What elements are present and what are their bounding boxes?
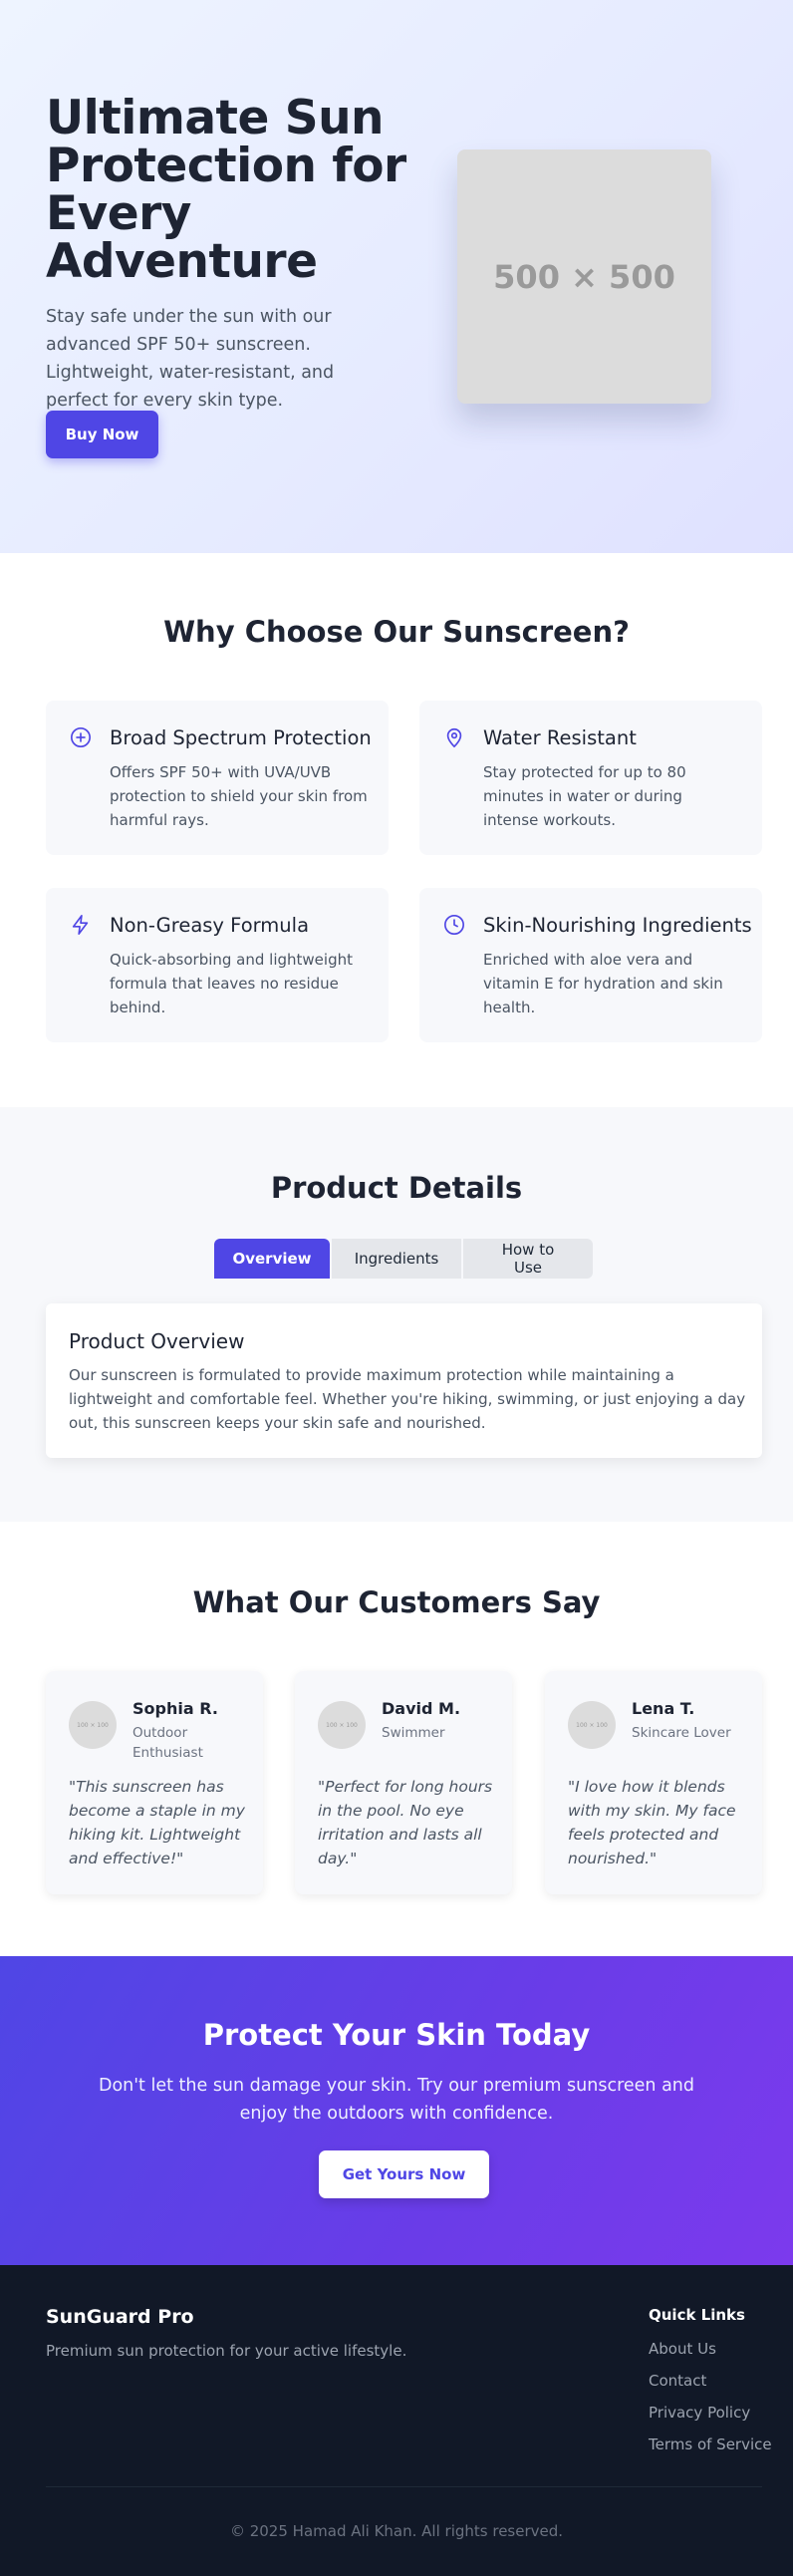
plus-circle-icon <box>70 726 92 748</box>
details-tabs: Overview Ingredients How to Use <box>214 1239 595 1279</box>
tab-overview[interactable]: Overview <box>214 1239 330 1279</box>
reviewer-name: David M. <box>382 1699 461 1718</box>
cta-text: Don't let the sun damage your skin. Try … <box>98 2076 695 2124</box>
footer-link-contact[interactable]: Contact <box>649 2369 772 2401</box>
footer-brand: SunGuard Pro <box>46 2306 194 2328</box>
quick-links-title: Quick Links <box>649 2306 745 2324</box>
avatar: 100 × 100 <box>568 1701 616 1749</box>
reviewer-role: Swimmer <box>382 1725 445 1741</box>
tab-ingredients[interactable]: Ingredients <box>332 1239 461 1279</box>
buy-now-button[interactable]: Buy Now <box>46 411 158 458</box>
feature-card-skin-nourishing: Skin-Nourishing Ingredients Enriched wit… <box>419 888 762 1042</box>
feature-desc: Quick-absorbing and lightweight formula … <box>110 951 353 1016</box>
feature-title: Water Resistant <box>483 726 637 749</box>
features-section: Why Choose Our Sunscreen? Broad Spectrum… <box>0 553 793 1107</box>
footer-link-terms-of-service[interactable]: Terms of Service <box>649 2433 772 2464</box>
testimonial-card: 100 × 100 Lena T. Skincare Lover "I love… <box>545 1671 762 1894</box>
features-title: Why Choose Our Sunscreen? <box>163 615 630 649</box>
footer-link-about-us[interactable]: About Us <box>649 2337 772 2369</box>
quick-links-list: About Us Contact Privacy Policy Terms of… <box>649 2337 772 2464</box>
avatar: 100 × 100 <box>69 1701 117 1749</box>
tab-how-to-use[interactable]: How to Use <box>463 1239 593 1279</box>
feature-desc: Enriched with aloe vera and vitamin E fo… <box>483 951 723 1016</box>
feature-title: Non-Greasy Formula <box>110 914 310 937</box>
testimonials-title: What Our Customers Say <box>192 1585 601 1619</box>
feature-desc: Stay protected for up to 80 minutes in w… <box>483 763 686 829</box>
copyright: © 2025 Hamad Ali Khan. All rights reserv… <box>229 2522 564 2540</box>
feature-title: Broad Spectrum Protection <box>110 726 372 749</box>
hero-title: Ultimate Sun Protection for Every Advent… <box>46 91 406 289</box>
review-quote: "Perfect for long hours in the pool. No … <box>318 1778 493 1867</box>
product-details-section: Product Details Overview Ingredients How… <box>0 1107 793 1522</box>
hero-image-placeholder: 500 × 500 <box>457 149 711 404</box>
hero-section: Ultimate Sun Protection for Every Advent… <box>0 0 793 553</box>
feature-desc: Offers SPF 50+ with UVA/UVB protection t… <box>110 763 368 829</box>
footer-tagline: Premium sun protection for your active l… <box>46 2342 407 2360</box>
reviewer-role: Skincare Lover <box>632 1725 731 1741</box>
testimonial-card: 100 × 100 Sophia R. Outdoor Enthusiast "… <box>46 1671 263 1894</box>
get-yours-now-button[interactable]: Get Yours Now <box>319 2150 489 2198</box>
testimonial-card: 100 × 100 David M. Swimmer "Perfect for … <box>295 1671 512 1894</box>
footer-link-privacy-policy[interactable]: Privacy Policy <box>649 2401 772 2433</box>
tab-panel: Product Overview Our sunscreen is formul… <box>46 1303 762 1458</box>
clock-icon <box>443 914 465 936</box>
hero-subtitle: Stay safe under the sun with our advance… <box>46 307 335 411</box>
avatar: 100 × 100 <box>318 1701 366 1749</box>
feature-card-broad-spectrum: Broad Spectrum Protection Offers SPF 50+… <box>46 701 389 855</box>
feature-title: Skin-Nourishing Ingredients <box>483 914 752 937</box>
footer-divider <box>46 2486 762 2487</box>
feature-card-non-greasy: Non-Greasy Formula Quick-absorbing and l… <box>46 888 389 1042</box>
cta-title: Protect Your Skin Today <box>202 2018 591 2052</box>
reviewer-name: Sophia R. <box>132 1699 218 1718</box>
review-quote: "I love how it blends with my skin. My f… <box>568 1778 736 1867</box>
review-quote: "This sunscreen has become a staple in m… <box>69 1778 245 1867</box>
location-pin-icon <box>443 726 465 748</box>
testimonials-section: What Our Customers Say 100 × 100 Sophia … <box>0 1522 793 1956</box>
lightning-icon <box>70 914 92 936</box>
reviewer-role: Outdoor Enthusiast <box>132 1725 203 1761</box>
panel-text: Our sunscreen is formulated to provide m… <box>69 1366 746 1432</box>
landing-page: Ultimate Sun Protection for Every Advent… <box>0 0 793 2576</box>
feature-card-water-resistant: Water Resistant Stay protected for up to… <box>419 701 762 855</box>
reviewer-name: Lena T. <box>632 1699 695 1718</box>
details-title: Product Details <box>270 1171 523 1205</box>
footer: SunGuard Pro Premium sun protection for … <box>0 2265 793 2576</box>
cta-section: Protect Your Skin Today Don't let the su… <box>0 1956 793 2265</box>
panel-title: Product Overview <box>69 1329 245 1353</box>
